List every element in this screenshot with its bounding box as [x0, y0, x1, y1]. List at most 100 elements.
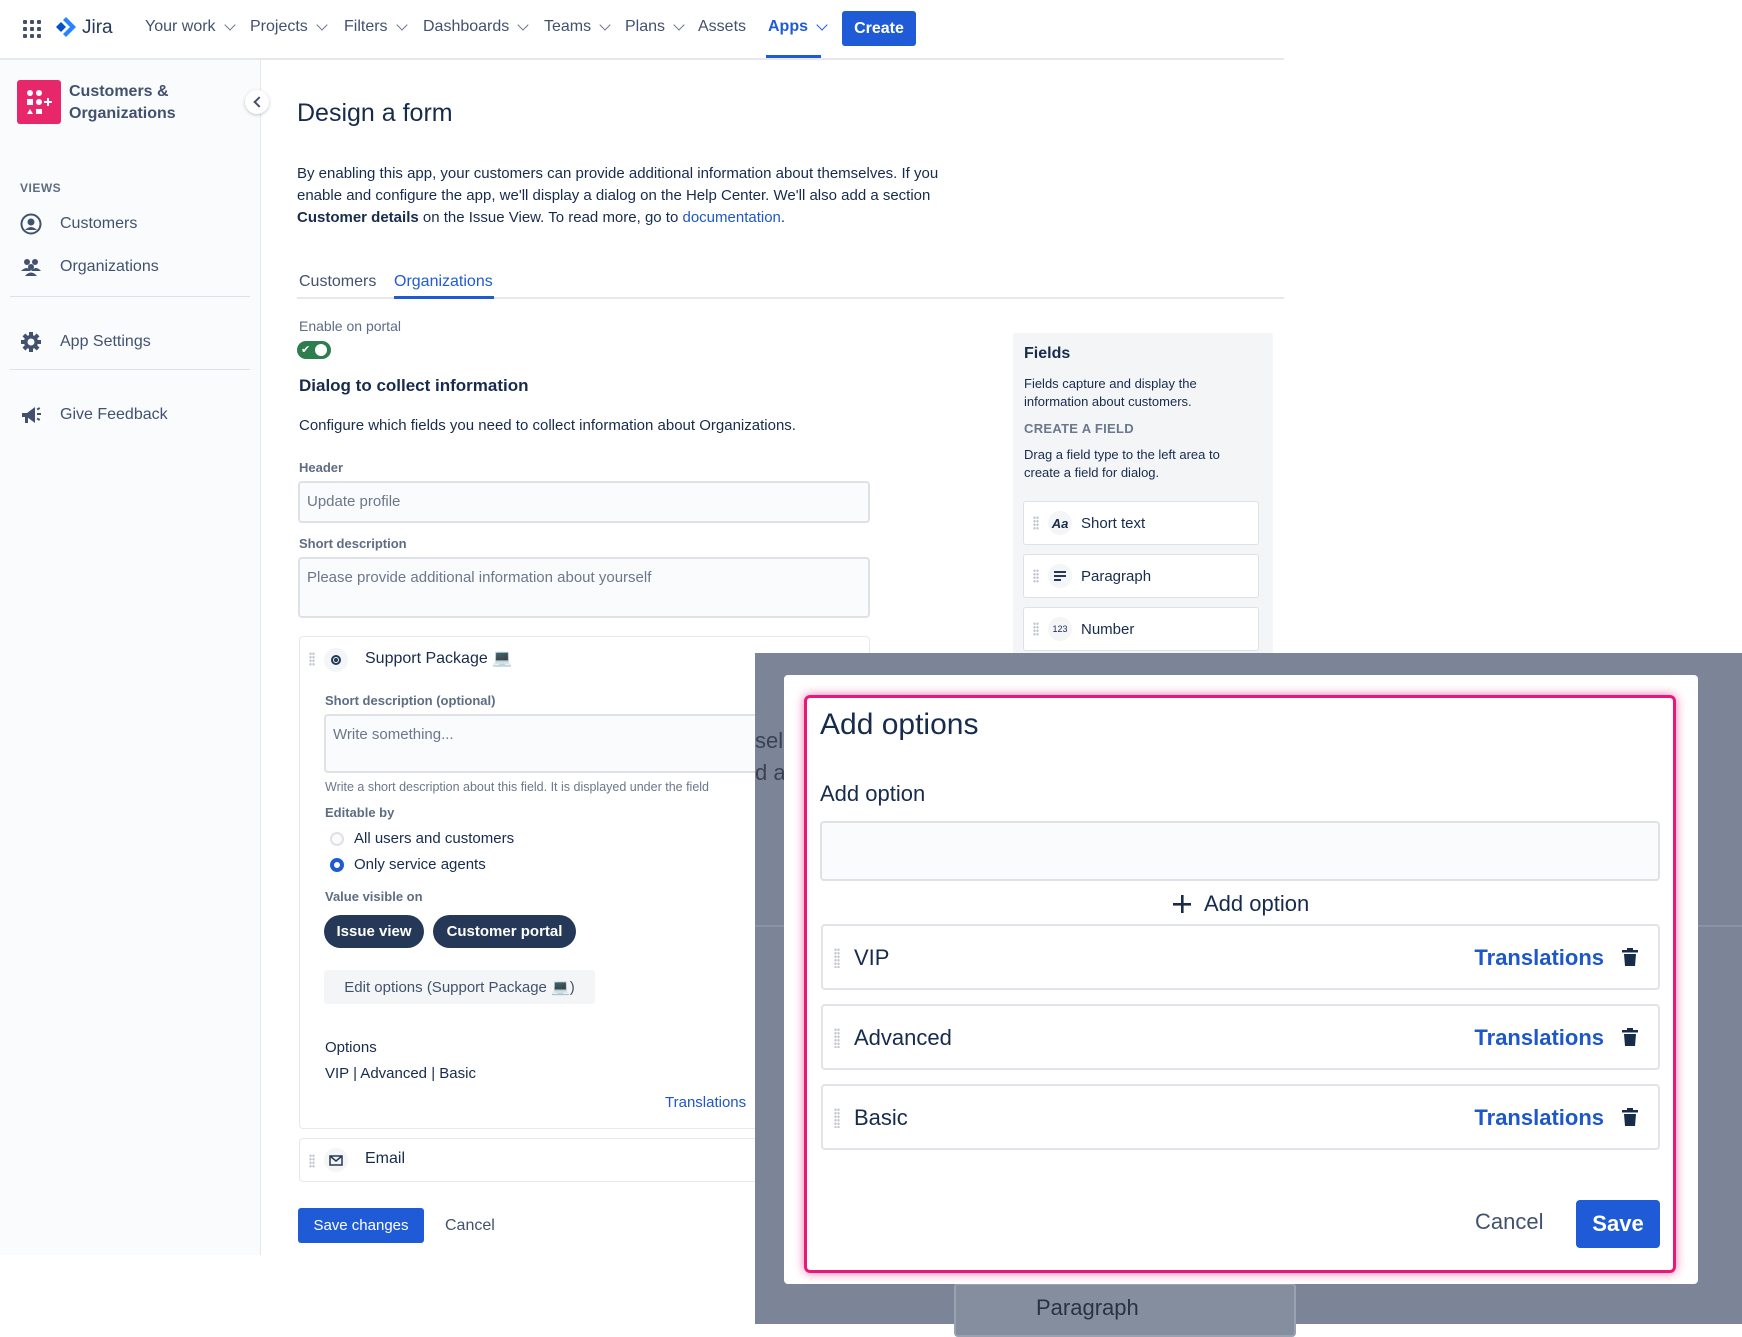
nav-dashboards[interactable]: Dashboards: [423, 18, 529, 36]
translations-button[interactable]: Translations: [1474, 945, 1604, 971]
option-label[interactable]: VIP: [854, 945, 889, 971]
add-option-button[interactable]: Add option: [1172, 891, 1309, 917]
drag-handle-icon[interactable]: [309, 652, 315, 666]
drag-handle-icon[interactable]: [1033, 622, 1039, 636]
cancel-button[interactable]: Cancel: [445, 1217, 495, 1235]
email-field-name[interactable]: Email: [365, 1150, 405, 1168]
create-button[interactable]: Create: [842, 11, 916, 46]
radio-all-users[interactable]: All users and customers: [330, 830, 514, 847]
obscured-field-type: Paragraph: [954, 1283, 1296, 1337]
chevron-down-icon: [395, 19, 408, 31]
radio-field-type-icon: [324, 648, 348, 672]
jira-icon: [56, 17, 76, 37]
enable-portal-toggle[interactable]: ✔: [297, 341, 331, 359]
option-row-vip: VIP Translations: [821, 924, 1660, 990]
chevron-down-icon: [223, 19, 236, 31]
tab-customers[interactable]: Customers: [299, 273, 376, 291]
radio-only-agents[interactable]: Only service agents: [330, 856, 486, 873]
obscured-label: Paragraph: [1036, 1295, 1139, 1320]
trash-icon[interactable]: [1622, 1108, 1638, 1126]
drag-handle-icon[interactable]: [1033, 516, 1039, 530]
chevron-down-icon: [316, 19, 328, 31]
active-tab-indicator: [394, 296, 494, 299]
enable-portal-label: Enable on portal: [299, 318, 401, 334]
plus-icon: [1173, 895, 1191, 913]
field-type-number[interactable]: 123 Number: [1023, 607, 1259, 651]
jira-logo[interactable]: Jira: [55, 16, 113, 40]
translations-button[interactable]: Translations: [1474, 1025, 1604, 1051]
documentation-link[interactable]: documentation: [682, 209, 780, 226]
add-option-input[interactable]: [820, 821, 1660, 881]
translations-link[interactable]: Translations: [665, 1094, 746, 1111]
drag-handle-icon[interactable]: [834, 1028, 840, 1048]
chevron-down-icon: [517, 19, 529, 31]
drag-handle-icon[interactable]: [834, 1108, 840, 1128]
gear-icon: [21, 332, 41, 352]
nav-label: Your work: [145, 18, 216, 35]
intro-end: .: [780, 209, 786, 226]
trash-icon[interactable]: [1622, 1028, 1638, 1046]
add-option-button-label: Add option: [1204, 891, 1310, 916]
drag-handle-icon[interactable]: [1033, 569, 1039, 583]
modal-cancel-button[interactable]: Cancel: [1475, 1209, 1543, 1235]
field-name[interactable]: Support Package 💻: [365, 648, 512, 668]
option-label[interactable]: Advanced: [854, 1025, 952, 1051]
nav-label: Apps: [768, 18, 808, 35]
chevron-down-icon: [599, 19, 611, 31]
megaphone-icon: [22, 407, 41, 423]
field-type-paragraph[interactable]: Paragraph: [1023, 554, 1259, 598]
fields-panel-title: Fields: [1024, 345, 1071, 362]
app-logo-icon: [17, 80, 61, 124]
sidebar-item-customers[interactable]: Customers: [20, 213, 137, 235]
save-changes-button[interactable]: Save changes: [298, 1208, 424, 1243]
sidebar-item-label: Give Feedback: [60, 406, 168, 423]
option-row-advanced: Advanced Translations: [821, 1004, 1660, 1070]
nav-apps[interactable]: Apps: [768, 18, 828, 36]
paragraph-icon: [1048, 564, 1072, 588]
radio-unchecked-icon: [330, 831, 344, 846]
collapse-sidebar-button[interactable]: [245, 90, 269, 114]
modal-title: Add options: [820, 708, 979, 741]
nav-projects[interactable]: Projects: [250, 18, 328, 36]
dialog-heading: Dialog to collect information: [299, 376, 529, 395]
text-type-icon: Aa: [1048, 511, 1072, 535]
edit-options-button[interactable]: Edit options (Support Package 💻): [324, 970, 595, 1004]
field-helper-text: Write a short description about this fie…: [325, 780, 710, 794]
intro-rest: on the Issue View. To read more, go to: [418, 209, 683, 226]
drag-handle-icon[interactable]: [309, 1154, 315, 1168]
drag-handle-icon[interactable]: [834, 948, 840, 968]
nav-plans[interactable]: Plans: [625, 18, 685, 36]
translations-button[interactable]: Translations: [1474, 1105, 1604, 1131]
modal-save-button[interactable]: Save: [1576, 1200, 1660, 1248]
header-input[interactable]: Update profile: [298, 481, 870, 523]
nav-label: Teams: [544, 18, 592, 35]
option-label[interactable]: Basic: [854, 1105, 908, 1131]
radio-label: All users and customers: [354, 830, 515, 847]
intro-line: Customer details on the Issue View. To r…: [297, 207, 997, 229]
sidebar-item-organizations[interactable]: Organizations: [20, 256, 159, 278]
nav-filters[interactable]: Filters: [344, 18, 408, 36]
app-switcher-icon[interactable]: [22, 19, 42, 39]
tab-organizations[interactable]: Organizations: [394, 273, 493, 291]
sidebar: Customers & Organizations VIEWS Customer…: [0, 60, 269, 1255]
nav-label: Assets: [698, 18, 747, 35]
sidebar-item-app-settings[interactable]: App Settings: [20, 331, 151, 353]
sidebar-item-label: Customers: [60, 215, 138, 232]
email-icon: [324, 1148, 348, 1172]
option-row-basic: Basic Translations: [821, 1084, 1660, 1150]
intro-bold: Customer details: [297, 209, 419, 226]
nav-teams[interactable]: Teams: [544, 18, 611, 36]
short-description-input[interactable]: Please provide additional information ab…: [298, 557, 870, 618]
field-type-label: Short text: [1081, 514, 1146, 532]
pill-customer-portal[interactable]: Customer portal: [433, 915, 576, 948]
sidebar-item-give-feedback[interactable]: Give Feedback: [20, 404, 168, 426]
nav-label: Plans: [625, 18, 666, 35]
obscured-text: sel: [755, 728, 784, 753]
add-option-label: Add option: [820, 781, 926, 806]
nav-your-work[interactable]: Your work: [145, 18, 236, 36]
pill-issue-view[interactable]: Issue view: [324, 915, 424, 948]
nav-assets[interactable]: Assets: [698, 18, 746, 36]
sidebar-item-label: App Settings: [60, 333, 151, 350]
trash-icon[interactable]: [1622, 948, 1638, 966]
field-type-short-text[interactable]: Aa Short text: [1023, 501, 1259, 545]
